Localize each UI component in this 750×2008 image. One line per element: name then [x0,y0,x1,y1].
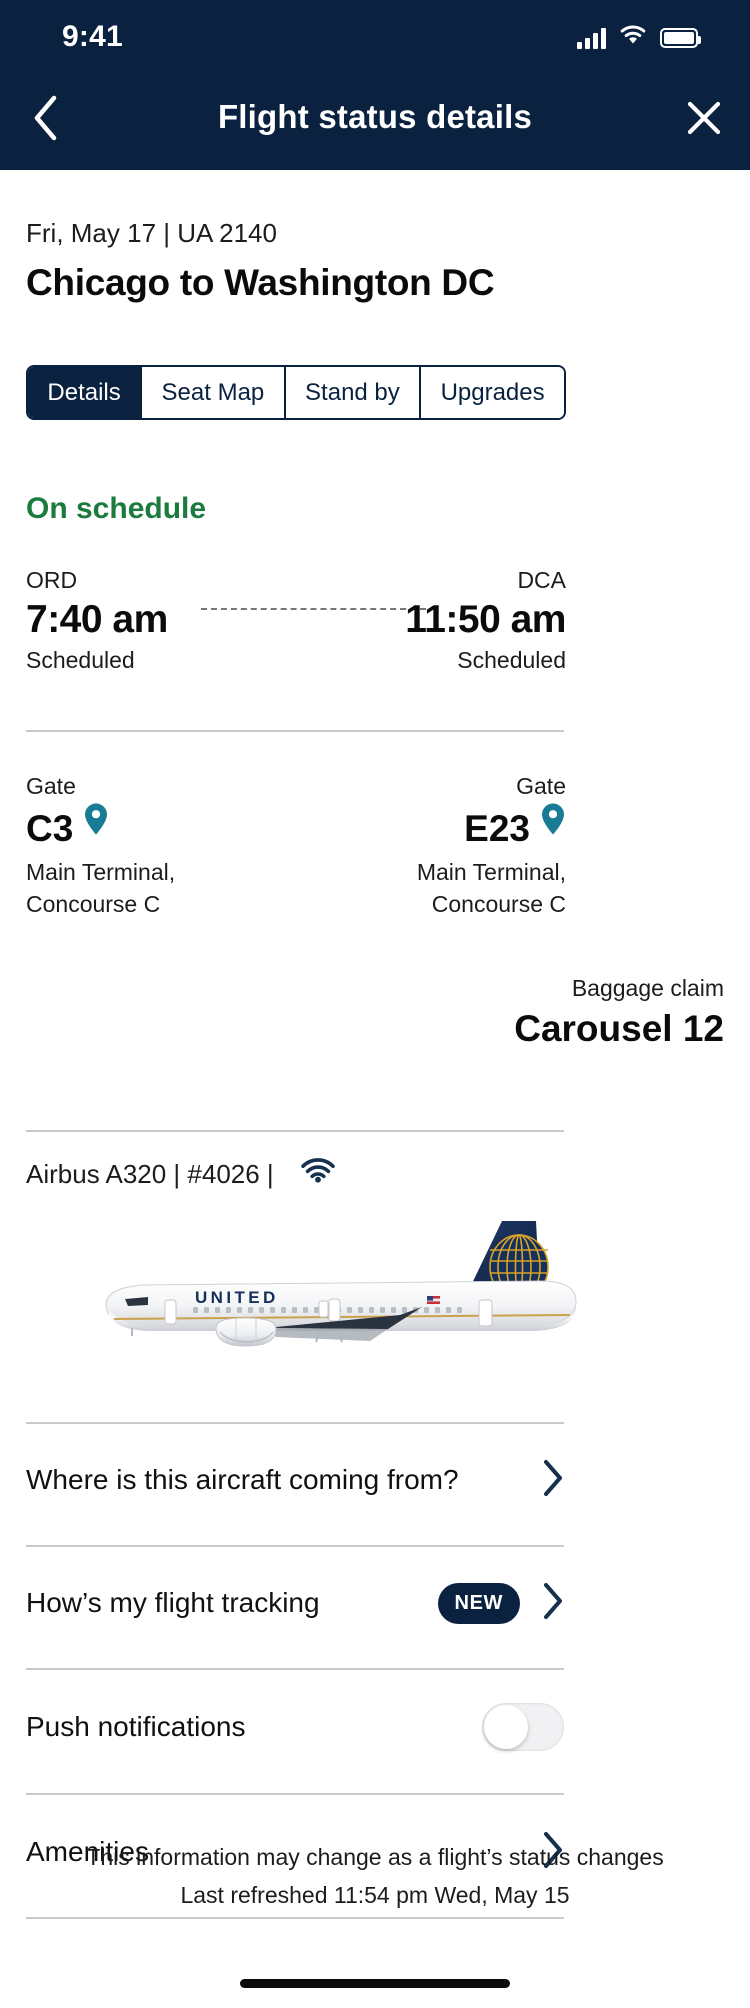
wifi-icon [618,24,648,51]
footer-line-2: Last refreshed 11:54 pm Wed, May 15 [180,1882,570,1908]
status-bar-time: 9:41 [62,20,123,53]
origin-terminal-line2: Concourse C [26,891,161,917]
tab-seat-map[interactable]: Seat Map [140,367,284,418]
battery-icon [660,27,701,48]
map-pin-icon[interactable] [83,802,109,856]
divider-row-2-row-3 [26,1668,564,1670]
row-aircraft-origin-label: Where is this aircraft coming from? [26,1464,459,1495]
schedule-times: ORD 7:40 am Scheduled DCA 11:50 am Sched… [26,565,566,675]
tab-stand-by[interactable]: Stand by [283,367,420,418]
destination-gate-value: E23 [464,808,530,849]
destination-terminal-line2: Concourse C [431,891,566,917]
footer-disclaimer: This information may change as a flight’… [0,1838,750,1914]
destination-gate-label: Gate [516,773,566,799]
row-push-notifications-label: Push notifications [26,1711,246,1742]
chevron-right-icon[interactable] [542,1459,564,1502]
origin-time-block: ORD 7:40 am Scheduled [26,565,168,675]
footer-line-1: This information may change as a flight’… [86,1844,664,1870]
cellular-signal-icon [577,27,606,49]
divider-row-1-row-2 [26,1545,564,1547]
tab-bar: Details Seat Map Stand by Upgrades [26,365,566,420]
chevron-right-icon[interactable] [542,1582,564,1625]
origin-gate-label: Gate [26,773,76,799]
aircraft-info-text: Airbus A320 | #4026 | [26,1159,274,1189]
destination-time-label: Scheduled [457,647,566,673]
divider-above-row-1 [26,1422,564,1424]
navigation-bar: Flight status details [0,72,750,170]
aircraft-livery-text: UNITED [195,1288,279,1307]
origin-terminal-line1: Main Terminal, [26,859,176,885]
aircraft-info-line: Airbus A320 | #4026 | [26,1158,336,1191]
origin-gate-block: Gate C3 Main Terminal, Concourse C [26,770,175,920]
close-icon [687,101,721,135]
home-indicator[interactable] [240,1979,510,1988]
origin-gate-value: C3 [26,808,74,849]
divider-row-3-row-4 [26,1793,564,1795]
destination-airport-code: DCA [517,567,566,593]
destination-gate-block: Gate E23 Main Terminal, Concourse C [417,770,566,920]
tab-details[interactable]: Details [28,367,141,418]
toggle-knob [484,1705,528,1749]
flight-meta: Fri, May 17 | UA 2140 [26,218,277,248]
page-title: Flight status details [217,98,533,135]
origin-airport-code: ORD [26,567,78,593]
origin-time-label: Scheduled [26,647,135,673]
divider-gates-aircraft [26,1130,564,1132]
baggage-claim-label: Baggage claim [571,975,724,1001]
new-badge: NEW [437,1582,520,1624]
row-push-notifications[interactable]: Push notifications [26,1695,564,1759]
destination-arrival-time: 11:50 am [405,598,566,641]
destination-time-block: DCA 11:50 am Scheduled [405,565,566,675]
push-notifications-toggle[interactable] [482,1703,564,1751]
route-dashed-line [201,608,426,610]
status-bar: 9:41 [0,0,750,72]
row-flight-tracking[interactable]: How’s my flight tracking NEW [26,1571,564,1635]
wifi-icon [300,1158,336,1191]
destination-terminal-line1: Main Terminal, [416,859,566,885]
row-aircraft-origin[interactable]: Where is this aircraft coming from? [26,1448,564,1512]
map-pin-icon[interactable] [540,802,566,856]
divider-schedule-gates [26,730,564,732]
status-bar-icons [577,24,701,51]
divider-below-rows [26,1917,564,1919]
origin-departure-time: 7:40 am [26,598,168,641]
baggage-claim-value: Carousel 12 [514,1008,724,1049]
row-flight-tracking-label: How’s my flight tracking [26,1587,320,1618]
tab-upgrades[interactable]: Upgrades [419,367,564,418]
flight-status-details-screen: 9:41 Flight status details Fri, May 17 |… [0,0,750,2008]
flight-status-text: On schedule [26,492,207,525]
baggage-claim-block: Baggage claim Carousel 12 [514,970,724,1052]
flight-route-title: Chicago to Washington DC [26,262,495,303]
close-button[interactable] [672,86,736,150]
aircraft-illustration: UNITED [70,1195,610,1360]
